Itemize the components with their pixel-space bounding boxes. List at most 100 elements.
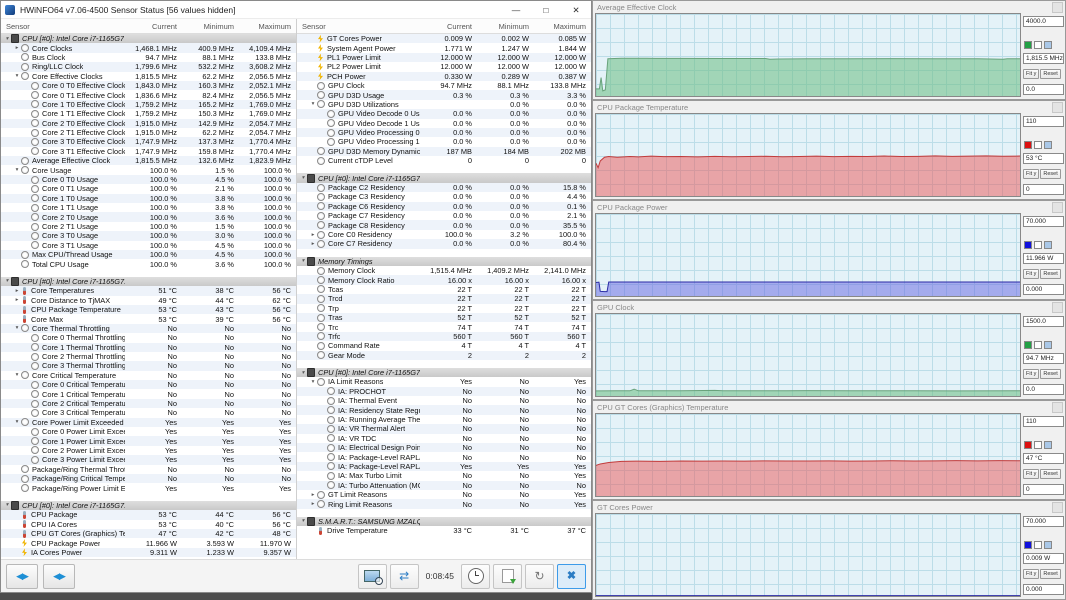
sensor-row[interactable]: Current cTDP Level 0 0 0 <box>297 156 591 165</box>
sensor-row[interactable]: Package/Ring Thermal Throttling No No No <box>1 465 296 474</box>
sensor-row[interactable]: ▸ GT Limit Reasons No No Yes <box>297 490 591 499</box>
sensor-row[interactable]: Trcd 22 T 22 T 22 T <box>297 294 591 304</box>
sensor-row[interactable]: CPU Package Temperature 53 °C 43 °C 56 °C <box>1 304 296 315</box>
column-header-current[interactable]: Current <box>125 22 182 31</box>
reset-button[interactable]: Reset <box>1040 69 1061 79</box>
sensor-row[interactable]: IA: Package-Level RAPL/PBM PL1 No No No <box>297 452 591 462</box>
y-min-box[interactable]: 0.0 <box>1023 384 1064 395</box>
chevron-down-icon[interactable]: ▾ <box>3 36 11 42</box>
column-header-minimum[interactable]: Minimum <box>182 22 239 31</box>
sensor-row[interactable]: Drive Temperature 33 °C 31 °C 37 °C <box>297 526 591 535</box>
sensor-row[interactable]: GPU Video Processing 0 Usage 0.0 % 0.0 % 0.… <box>297 127 591 138</box>
background-color-swatch[interactable] <box>1034 541 1042 549</box>
sensor-row[interactable]: Core 2 Thermal Throttling No No No <box>1 352 296 361</box>
y-min-box[interactable]: 0 <box>1023 184 1064 195</box>
sensor-row[interactable]: GPU Clock 94.7 MHz 88.1 MHz 133.8 MHz <box>297 81 591 90</box>
chevron-right-icon[interactable]: ▸ <box>13 288 21 294</box>
sensor-row[interactable]: Trfc 560 T 560 T 560 T <box>297 331 591 342</box>
current-value-box[interactable]: 47 °C <box>1023 453 1064 464</box>
reset-button[interactable]: Reset <box>1040 469 1061 479</box>
sensor-row[interactable]: Core 1 T1 Usage 100.0 % 3.8 % 100.0 % <box>1 203 296 212</box>
sensor-row[interactable]: Core 3 Critical Temperature No No No <box>1 408 296 417</box>
sensor-row[interactable]: ▾ Core Usage 100.0 % 1.5 % 100.0 % <box>1 165 296 175</box>
current-value-box[interactable]: 11.966 W <box>1023 253 1064 264</box>
sensor-row[interactable]: GT Cores Power 0.009 W 0.002 W 0.085 W <box>297 34 591 44</box>
chevron-down-icon[interactable]: ▾ <box>309 379 317 385</box>
chevron-right-icon[interactable]: ▸ <box>13 45 21 51</box>
sensor-row[interactable]: Total CPU Usage 100.0 % 3.6 % 100.0 % <box>1 259 296 269</box>
sensor-row[interactable]: ▸ Core Temperatures 51 °C 38 °C 56 °C <box>1 286 296 296</box>
sensor-row[interactable]: Core 2 T0 Usage 100.0 % 3.6 % 100.0 % <box>1 212 296 222</box>
current-value-box[interactable]: 0.009 W <box>1023 553 1064 564</box>
chevron-down-icon[interactable]: ▾ <box>299 258 307 264</box>
minimize-button[interactable]: — <box>501 2 531 18</box>
sensor-row[interactable]: IA: Running Average Thermal Limit No No No <box>297 415 591 424</box>
sensor-row[interactable]: Package C8 Residency 0.0 % 0.0 % 35.5 % <box>297 220 591 230</box>
chevron-down-icon[interactable]: ▾ <box>3 502 11 508</box>
sensor-row[interactable]: Gear Mode 2 2 2 <box>297 350 591 360</box>
sensor-group-header[interactable]: ▾ CPU [#0]: Intel Core i7-1165G7: Enha... <box>1 500 296 511</box>
panel-close-button[interactable] <box>1052 201 1063 213</box>
chevron-right-icon[interactable]: ▸ <box>309 241 317 247</box>
chevron-down-icon[interactable]: ▾ <box>13 372 21 378</box>
sensor-row[interactable]: ▸ Ring Limit Reasons No No Yes <box>297 499 591 509</box>
fit-y-button[interactable]: Fit y <box>1023 469 1040 479</box>
grid-color-swatch[interactable] <box>1044 541 1052 549</box>
series-color-swatch[interactable] <box>1024 341 1032 349</box>
series-color-swatch[interactable] <box>1024 441 1032 449</box>
sensor-row[interactable]: IA: Package-Level RAPL/PBM PL2,PL3 Yes Yes… <box>297 461 591 472</box>
sensor-row[interactable]: CPU IA Cores 53 °C 40 °C 56 °C <box>1 520 296 529</box>
grid-color-swatch[interactable] <box>1044 141 1052 149</box>
sensor-row[interactable]: IA: Electrical Design Point/Other (ICC..… <box>297 443 591 453</box>
sensor-group-header[interactable]: ▾ Memory Timings <box>297 256 591 266</box>
sensor-row[interactable]: GPU Video Decode 0 Usage 0.0 % 0.0 % 0.0 % <box>297 109 591 119</box>
sensor-row[interactable]: Core 3 Power Limit Exceeded Yes Yes Yes <box>1 455 296 465</box>
background-color-swatch[interactable] <box>1034 41 1042 49</box>
y-max-box[interactable]: 110 <box>1023 416 1064 427</box>
sensor-row[interactable]: Package C6 Residency 0.0 % 0.0 % 0.1 % <box>297 201 591 212</box>
sensor-row[interactable]: ▾ Core Critical Temperature No No No <box>1 371 296 380</box>
sensor-row[interactable]: ▸ Core Distance to TjMAX 49 °C 44 °C 62 °C <box>1 296 296 305</box>
reset-button[interactable]: Reset <box>1040 369 1061 379</box>
sensor-row[interactable]: Memory Clock Ratio 16.00 x 16.00 x 16.00 x <box>297 275 591 285</box>
fit-y-button[interactable]: Fit y <box>1023 69 1040 79</box>
sensor-row[interactable]: CPU Package 53 °C 44 °C 56 °C <box>1 510 296 520</box>
chevron-down-icon[interactable]: ▾ <box>13 167 21 173</box>
sensor-row[interactable]: Core 3 T0 Usage 100.0 % 3.0 % 100.0 % <box>1 231 296 241</box>
sensor-row[interactable]: ▾ IA Limit Reasons Yes No Yes <box>297 377 591 386</box>
sensor-group-header[interactable]: ▾ CPU [#0]: Intel Core i7-1165G7: Perform… <box>297 367 591 378</box>
grid-color-swatch[interactable] <box>1044 241 1052 249</box>
sensor-row[interactable]: IA: Residency State Regulation No No No <box>297 405 591 415</box>
system-summary-button[interactable] <box>357 563 387 589</box>
sensor-row[interactable]: System Agent Power 1.771 W 1.247 W 1.844 W <box>297 43 591 53</box>
sensor-row[interactable]: Core 2 T0 Effective Clock 1,915.0 MHz 142.… <box>1 118 296 128</box>
sensor-row[interactable]: Core 0 Power Limit Exceeded Yes Yes Yes <box>1 427 296 436</box>
background-color-swatch[interactable] <box>1034 141 1042 149</box>
column-header-maximum[interactable]: Maximum <box>534 22 591 31</box>
sensor-row[interactable]: Core 3 T1 Effective Clock 1,747.9 MHz 159.… <box>1 147 296 156</box>
sensor-row[interactable]: CPU GT Cores (Graphics) Temperature 47 °C… <box>1 528 296 539</box>
sensor-row[interactable]: PL1 Power Limit 12.000 W 12.000 W 12.000 W <box>297 52 591 63</box>
sensor-row[interactable]: Core 2 Power Limit Exceeded Yes Yes Yes <box>1 446 296 455</box>
sensor-row[interactable]: ▾ Core Thermal Throttling No No No <box>1 323 296 334</box>
y-min-box[interactable]: 0.0 <box>1023 84 1064 95</box>
panel-close-button[interactable] <box>1052 301 1063 313</box>
clock-button[interactable] <box>461 563 490 589</box>
grid-color-swatch[interactable] <box>1044 441 1052 449</box>
sensor-row[interactable]: Core 2 Critical Temperature No No No <box>1 398 296 409</box>
sensor-row[interactable]: Average Effective Clock 1,815.5 MHz 132.6 … <box>1 156 296 166</box>
sensor-row[interactable]: Core 3 Thermal Throttling No No No <box>1 361 296 371</box>
chevron-down-icon[interactable]: ▾ <box>13 419 21 425</box>
sensor-row[interactable]: Core 1 T0 Usage 100.0 % 3.8 % 100.0 % <box>1 193 296 204</box>
next-page-button[interactable]: ◀▶ <box>43 563 75 589</box>
title-bar[interactable]: HWiNFO64 v7.06-4500 Sensor Status [56 va… <box>1 1 591 18</box>
sensor-row[interactable]: IA: PROCHOT No No No <box>297 386 591 397</box>
sensor-row[interactable]: Ring/LLC Clock 1,799.6 MHz 532.2 MHz 3,608.… <box>1 62 296 72</box>
fit-y-button[interactable]: Fit y <box>1023 269 1040 279</box>
logging-start-button[interactable] <box>493 563 522 589</box>
reset-values-button[interactable]: ↻ <box>525 563 554 589</box>
sensor-row[interactable]: CPU Package Power 11.966 W 3.593 W 11.970 W <box>1 538 296 548</box>
current-value-box[interactable]: 94.7 MHz <box>1023 353 1064 364</box>
sensor-row[interactable]: Package/Ring Power Limit Exceeded Yes Yes Y… <box>1 483 296 493</box>
close-button[interactable]: ✕ <box>561 2 591 18</box>
